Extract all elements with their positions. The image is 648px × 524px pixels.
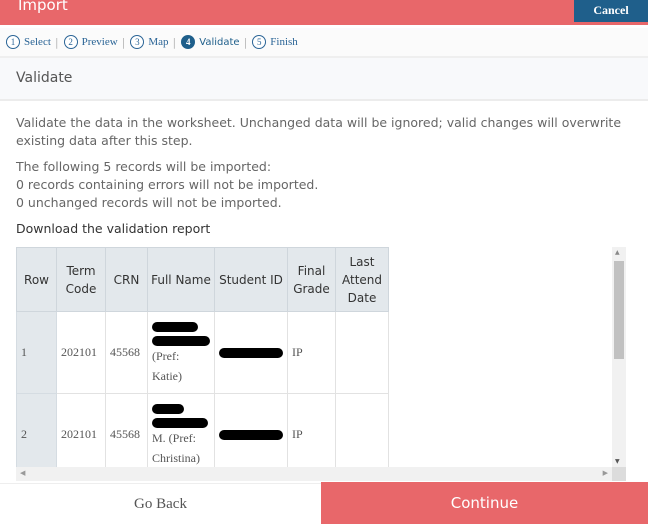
section-title: Validate <box>16 70 73 86</box>
description-text: Validate the data in the worksheet. Unch… <box>16 115 622 148</box>
scroll-left-arrow-icon[interactable]: ◀ <box>20 469 25 477</box>
dialog-title: Import <box>18 0 68 14</box>
column-header-student-id: Student ID <box>214 247 288 312</box>
scroll-down-arrow-icon[interactable]: ▼ <box>615 458 620 465</box>
step-number: 2 <box>63 35 78 49</box>
step-validate[interactable]: 4 Validate <box>181 35 240 49</box>
scrollbar-corner <box>612 467 626 481</box>
cell-term-code: 202101 <box>56 393 106 476</box>
step-number: 1 <box>6 35 20 49</box>
redaction-mark <box>219 429 283 440</box>
cell-row: 1 <box>16 311 57 394</box>
step-separator: | <box>54 35 59 49</box>
scroll-right-arrow-icon[interactable]: ▶ <box>603 469 608 477</box>
step-finish[interactable]: 5 Finish <box>252 35 298 49</box>
cell-student-id <box>214 311 288 394</box>
go-back-button[interactable]: Go Back <box>0 483 321 524</box>
summary-line: 0 unchanged records will not be imported… <box>16 195 282 210</box>
redaction-mark <box>219 347 283 358</box>
section-header: Validate <box>0 58 648 101</box>
table-header-row: Row Term Code CRN Full Name Student ID F… <box>16 247 389 312</box>
validation-table: Row Term Code CRN Full Name Student ID F… <box>16 247 389 476</box>
full-name-text: (Pref: Katie) <box>152 348 182 383</box>
redaction-mark <box>152 335 210 346</box>
horizontal-scrollbar[interactable]: ◀ ▶ <box>16 467 612 481</box>
cell-crn: 45568 <box>105 311 148 394</box>
column-header-last-attend-date: Last Attend Date <box>335 247 389 312</box>
cell-last-attend-date <box>335 311 389 394</box>
download-report-link[interactable]: Download the validation report <box>16 221 210 236</box>
column-header-full-name: Full Name <box>147 247 215 312</box>
full-name-text: M. (Pref: Christina) <box>152 430 200 465</box>
step-number: 5 <box>252 35 267 49</box>
column-header-final-grade: Final Grade <box>287 247 336 312</box>
column-header-row: Row <box>16 247 57 312</box>
cancel-button[interactable]: Cancel <box>574 0 648 22</box>
step-label: Preview <box>81 36 118 48</box>
vertical-scroll-thumb[interactable] <box>614 261 624 359</box>
cell-full-name: (Pref: Katie) <box>147 311 215 394</box>
step-select[interactable]: 1 Select <box>6 35 51 49</box>
wizard-steps: 1 Select | 2 Preview | 3 Map | 4 Validat… <box>0 28 648 58</box>
table-row: 2 202101 45568 M. (Pref: Christina) IP <box>16 393 389 476</box>
redaction-mark <box>152 321 198 332</box>
summary-line: The following 5 records will be imported… <box>16 159 272 174</box>
step-number: 3 <box>130 35 145 49</box>
scroll-up-arrow-icon[interactable]: ▲ <box>615 249 620 256</box>
step-separator: | <box>243 35 248 49</box>
step-separator: | <box>172 35 177 49</box>
redaction-mark <box>152 417 208 428</box>
continue-button[interactable]: Continue <box>321 482 648 524</box>
validation-table-container: Row Term Code CRN Full Name Student ID F… <box>16 247 627 482</box>
cell-final-grade: IP <box>287 311 336 394</box>
table-row: 1 202101 45568 (Pref: Katie) IP <box>16 311 389 394</box>
cell-last-attend-date <box>335 393 389 476</box>
step-preview[interactable]: 2 Preview <box>63 35 118 49</box>
step-separator: | <box>121 35 126 49</box>
cell-final-grade: IP <box>287 393 336 476</box>
step-label: Select <box>24 36 51 48</box>
step-label: Validate <box>199 36 240 48</box>
redaction-mark <box>152 403 184 414</box>
step-map[interactable]: 3 Map <box>130 35 169 49</box>
cell-row: 2 <box>16 393 57 476</box>
summary-block: The following 5 records will be imported… <box>16 158 626 212</box>
step-label: Finish <box>270 36 298 48</box>
cell-student-id <box>214 393 288 476</box>
step-label: Map <box>148 36 169 48</box>
summary-line: 0 records containing errors will not be … <box>16 177 319 192</box>
vertical-scrollbar[interactable]: ▲ ▼ <box>612 247 626 467</box>
step-number: 4 <box>181 35 196 49</box>
cell-term-code: 202101 <box>56 311 106 394</box>
column-header-term-code: Term Code <box>56 247 106 312</box>
cell-full-name: M. (Pref: Christina) <box>147 393 215 476</box>
header-bar: Import Cancel <box>0 0 648 25</box>
cell-crn: 45568 <box>105 393 148 476</box>
cancel-label: Cancel <box>593 3 629 17</box>
column-header-crn: CRN <box>105 247 148 312</box>
